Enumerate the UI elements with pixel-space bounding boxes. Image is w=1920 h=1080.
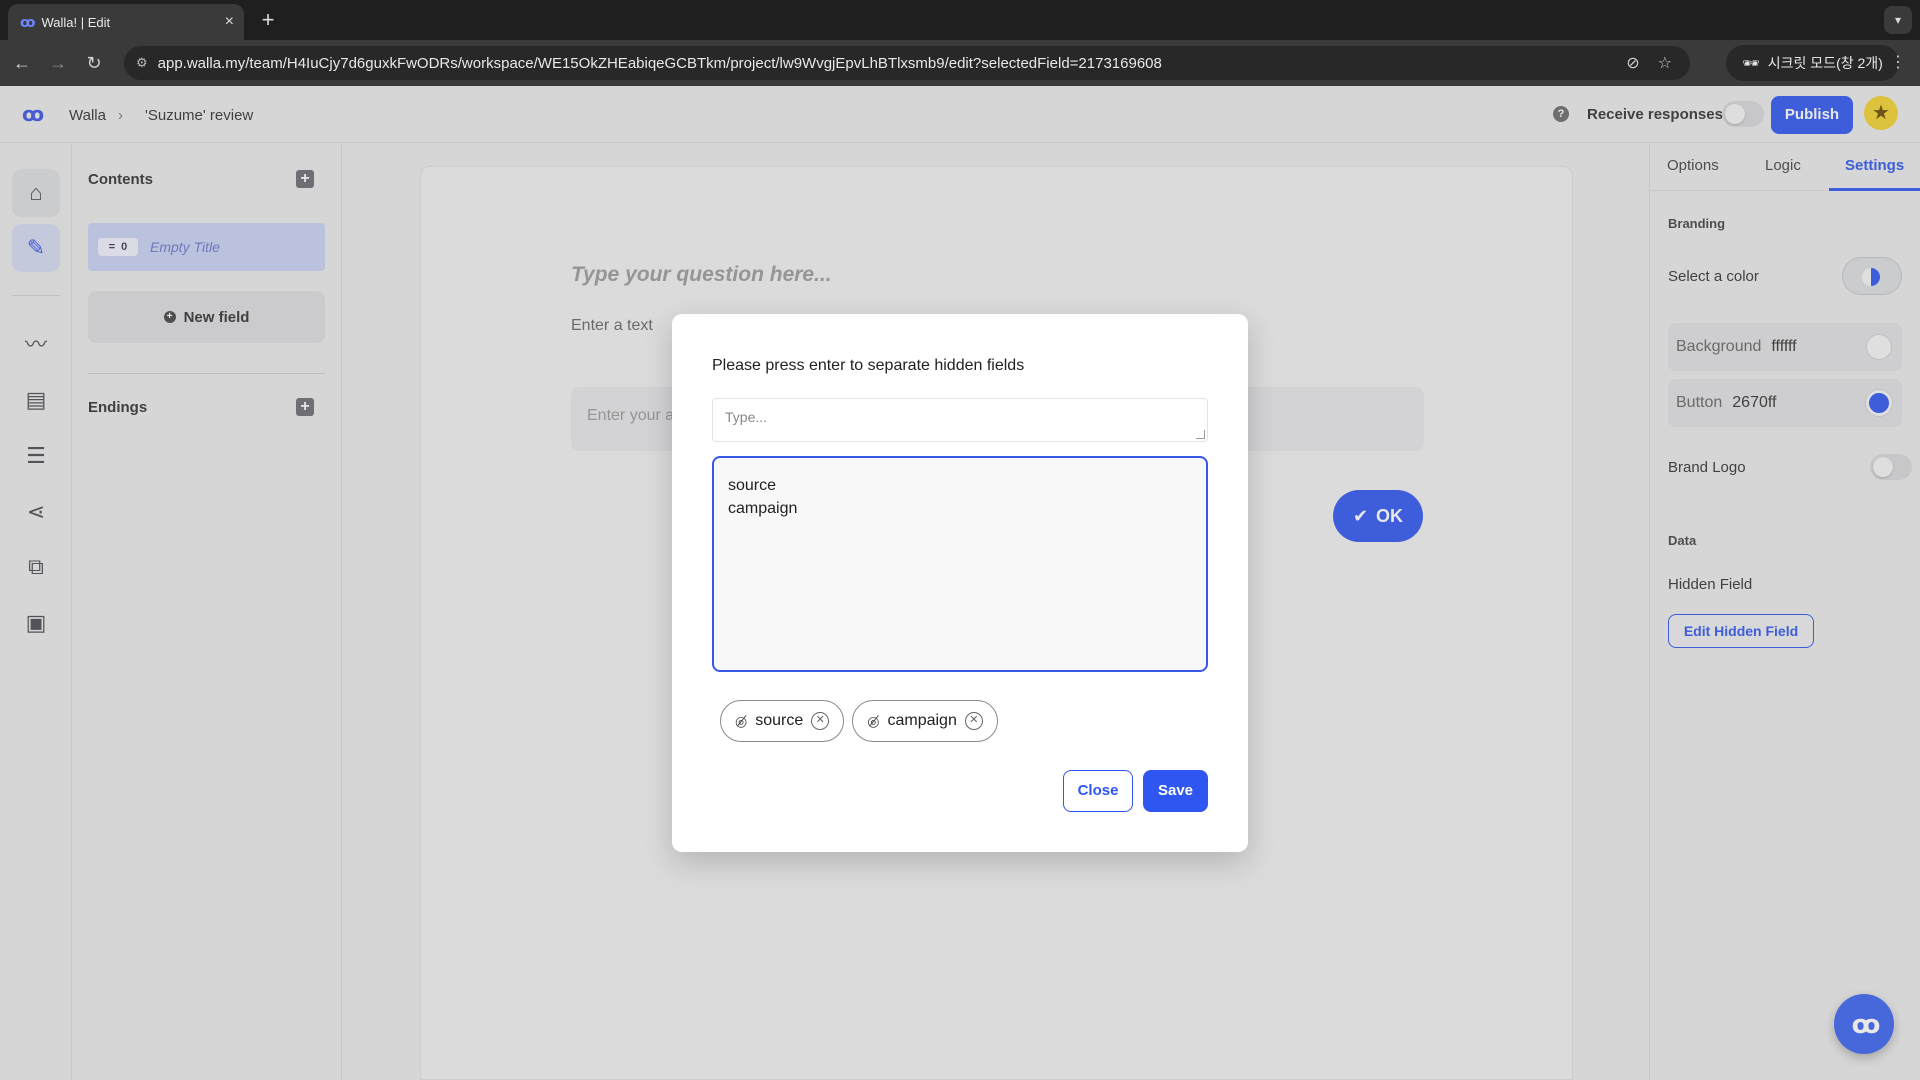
incognito-icon: 🕶: [1742, 54, 1760, 71]
eye-off-icon: ◎̸: [735, 712, 748, 729]
remove-chip-icon[interactable]: ✕: [811, 712, 830, 730]
hidden-field-chip: ◎̸ source ✕: [720, 700, 845, 742]
forward-icon[interactable]: →: [46, 52, 70, 74]
hidden-fields-textarea[interactable]: source campaign: [712, 456, 1208, 672]
browser-tab-bar: ꝏ Walla! | Edit × + ▾: [0, 0, 1920, 40]
reload-icon[interactable]: ↻: [82, 52, 106, 74]
back-icon[interactable]: ←: [10, 52, 34, 74]
browser-menu-icon[interactable]: ⋮: [1890, 52, 1906, 72]
walla-favicon-icon: ꝏ: [20, 13, 36, 30]
tab-close-icon[interactable]: ×: [225, 13, 234, 31]
modal-title: Please press enter to separate hidden fi…: [712, 357, 1025, 374]
hidden-fields-modal: Please press enter to separate hidden fi…: [672, 314, 1248, 852]
incognito-label: 시크릿 모드(창 2개): [1767, 55, 1883, 71]
chip-label: source: [755, 712, 804, 729]
save-button[interactable]: Save: [1143, 770, 1208, 812]
textarea-line: source: [728, 477, 777, 494]
tab-search-button[interactable]: ▾: [1884, 6, 1912, 34]
remove-chip-icon[interactable]: ✕: [964, 712, 983, 730]
tab-title: Walla! | Edit: [41, 14, 111, 30]
bookmark-star-icon[interactable]: ☆: [1658, 53, 1672, 73]
browser-tab[interactable]: ꝏ Walla! | Edit ×: [8, 4, 244, 40]
eye-off-icon[interactable]: ⊘: [1626, 53, 1639, 73]
browser-toolbar: ← → ↻ ⚙ app.walla.my/team/H4IuCjy7d6guxk…: [0, 40, 1920, 86]
hidden-field-chips: ◎̸ source ✕ ◎̸ campaign ✕: [720, 700, 998, 742]
textarea-line: campaign: [728, 500, 798, 517]
incognito-indicator[interactable]: 🕶 시크릿 모드(창 2개): [1726, 45, 1899, 81]
site-settings-icon[interactable]: ⚙: [136, 55, 148, 71]
eye-off-icon: ◎̸: [867, 712, 880, 729]
hidden-field-chip: ◎̸ campaign ✕: [852, 700, 998, 742]
new-tab-button[interactable]: +: [254, 6, 282, 34]
hidden-field-type-input[interactable]: Type...: [712, 398, 1208, 442]
close-button[interactable]: Close: [1063, 770, 1133, 812]
address-bar[interactable]: ⚙ app.walla.my/team/H4IuCjy7d6guxkFwODRs…: [124, 46, 1690, 80]
chip-label: campaign: [887, 712, 957, 729]
url-text: app.walla.my/team/H4IuCjy7d6guxkFwODRs/w…: [157, 54, 1162, 72]
